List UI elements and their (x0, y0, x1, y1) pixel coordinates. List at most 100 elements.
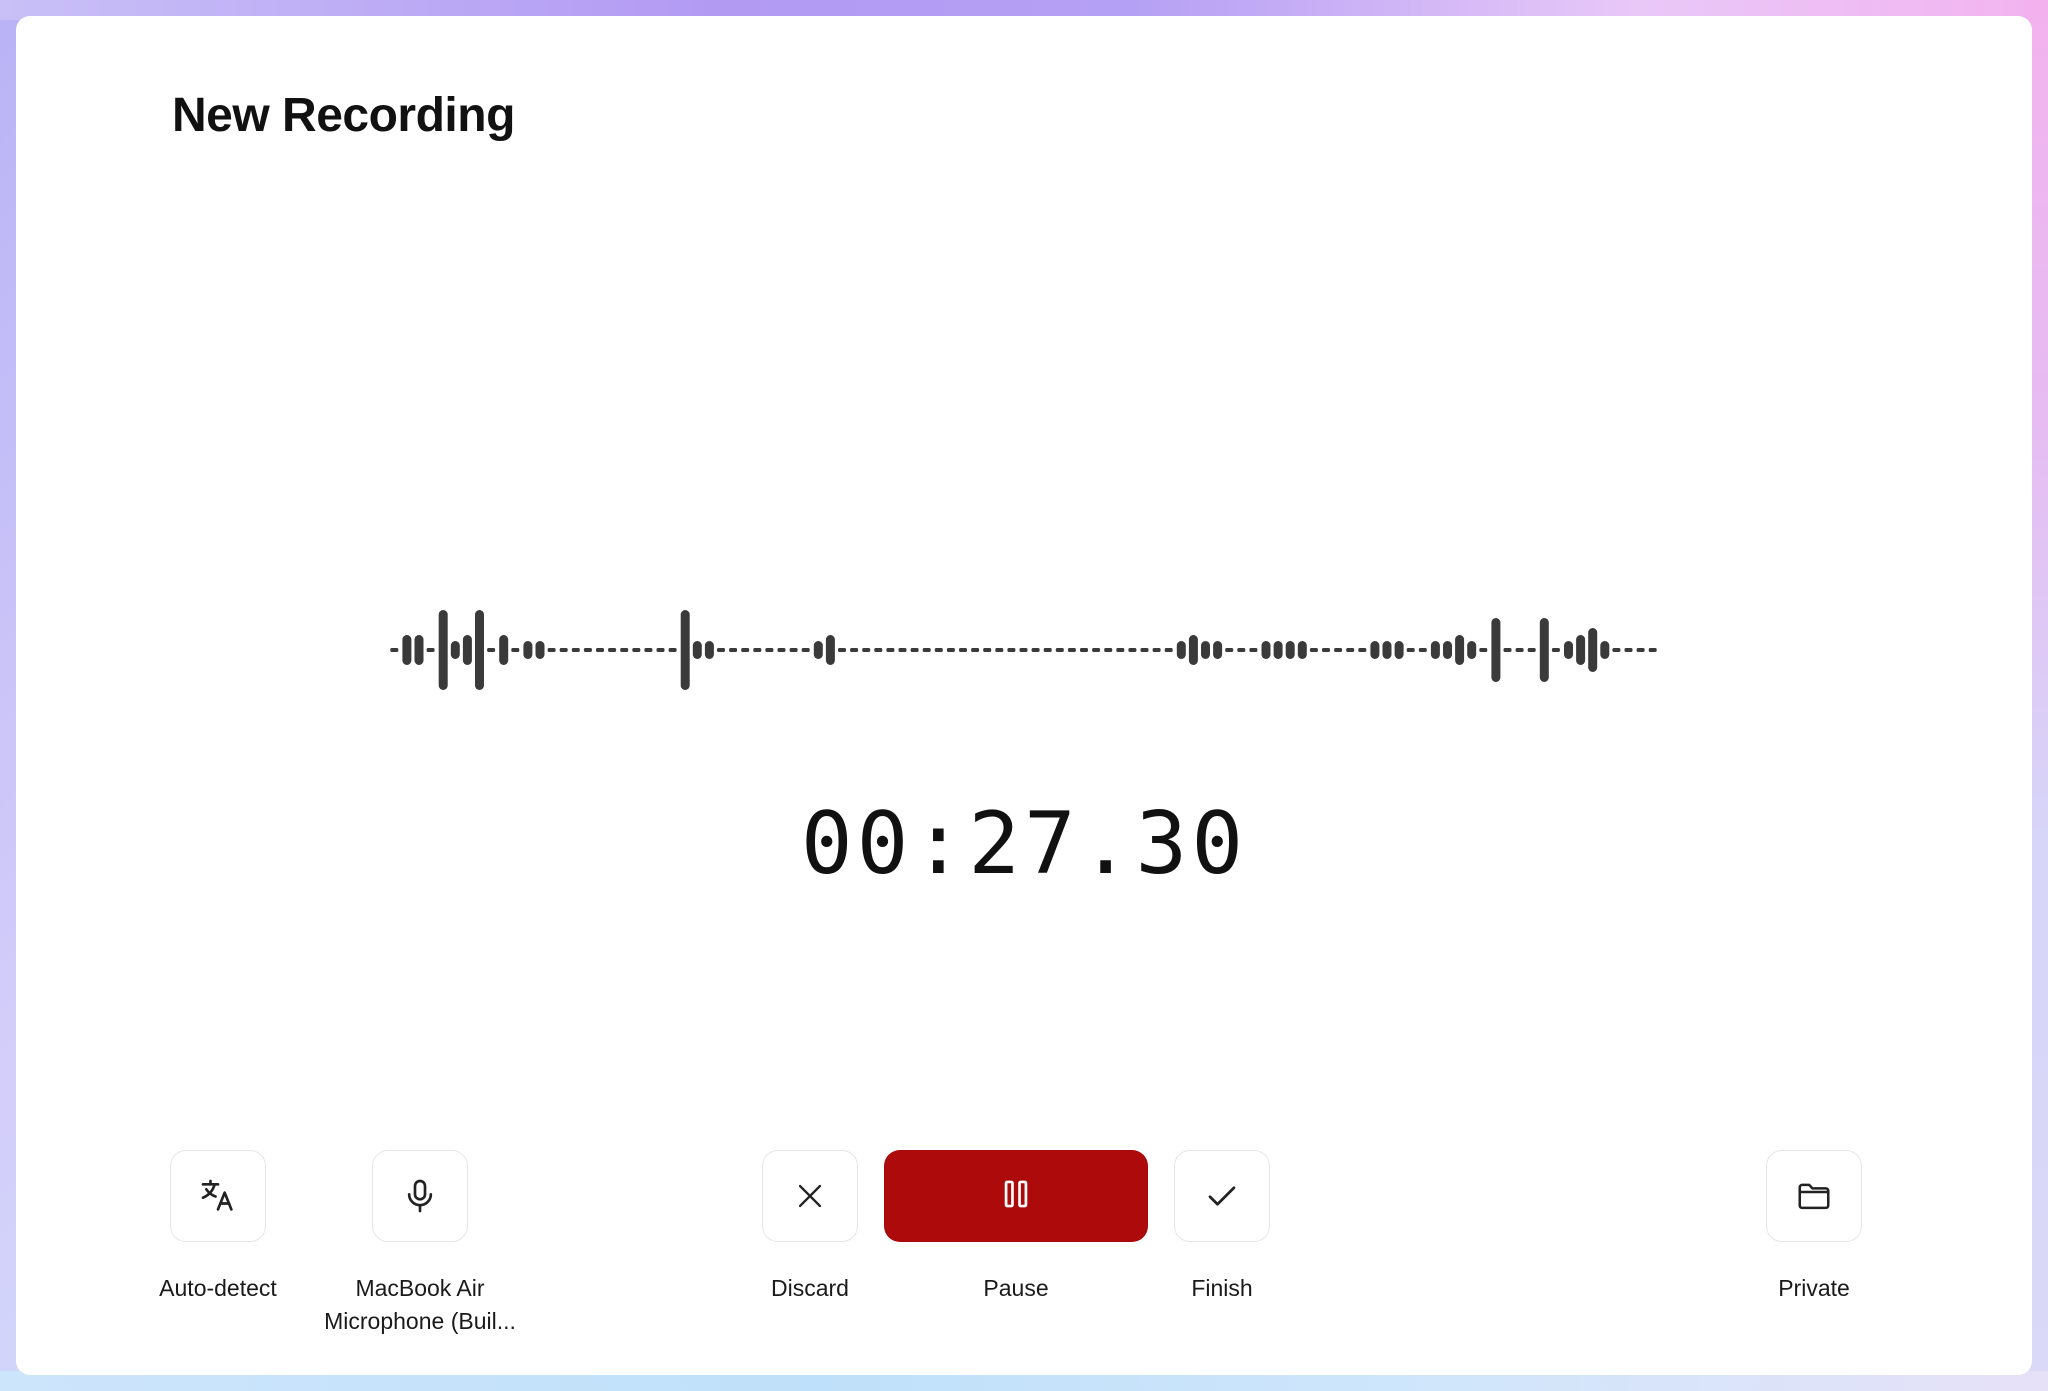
waveform-bar (1564, 641, 1573, 659)
waveform-bar (1080, 648, 1088, 652)
waveform-bar (934, 648, 943, 652)
waveform-bar (1418, 648, 1427, 652)
waveform-bar (717, 648, 725, 652)
waveform-bar (813, 641, 823, 659)
audio-waveform (390, 610, 1657, 690)
waveform-bar (753, 648, 762, 652)
waveform-bar (862, 648, 871, 652)
recording-timer: 00:27.30 (800, 794, 1248, 894)
waveform-bar (1164, 648, 1173, 652)
waveform-bar (1043, 648, 1052, 652)
microphone-label-line1: MacBook Air (355, 1275, 485, 1301)
waveform-bar (1503, 648, 1512, 652)
recording-panel: New Recording 00:27.30 Auto-detect MacBo… (16, 16, 2032, 1375)
waveform-bar (1092, 648, 1101, 652)
discard-button[interactable] (762, 1150, 858, 1242)
waveform-bar (922, 648, 931, 652)
waveform-bar (1128, 648, 1137, 652)
microphone-icon (400, 1176, 440, 1216)
waveform-bar (1612, 648, 1621, 652)
waveform-bar (825, 635, 835, 665)
waveform-bar (1261, 641, 1271, 659)
waveform-bar (1394, 641, 1404, 659)
waveform-bar (765, 648, 774, 652)
waveform-bar (850, 648, 859, 652)
waveform-bar (583, 648, 592, 652)
waveform-bar (559, 648, 568, 652)
waveform-bar (1201, 641, 1210, 659)
waveform-bar (898, 648, 907, 652)
waveform-bar (1176, 641, 1186, 659)
waveform-bar (1539, 618, 1549, 682)
waveform-bar (1237, 648, 1246, 652)
waveform-bar (656, 648, 665, 652)
waveform-bar (1370, 641, 1380, 659)
waveform-bar (596, 648, 604, 652)
waveform-bar (983, 648, 992, 652)
waveform-bar (487, 648, 496, 652)
microphone-button[interactable] (372, 1150, 468, 1242)
waveform-bar (1116, 648, 1125, 652)
waveform-bar (1152, 648, 1161, 652)
waveform-bar (680, 610, 690, 690)
waveform-bar (741, 648, 750, 652)
finish-button[interactable] (1174, 1150, 1270, 1242)
privacy-label: Private (1778, 1275, 1850, 1301)
page-title: New Recording (172, 89, 515, 142)
waveform-bar (1515, 648, 1524, 652)
waveform-bar (1019, 648, 1028, 652)
waveform-bar (1455, 635, 1465, 665)
waveform-bar (547, 648, 556, 652)
waveform-bar (1479, 648, 1488, 652)
pause-button[interactable] (884, 1150, 1148, 1242)
waveform-bar (946, 648, 955, 652)
waveform-bar (523, 641, 533, 659)
waveform-bar (632, 648, 641, 652)
waveform-bar (390, 648, 399, 652)
waveform-bar (692, 641, 702, 659)
waveform-bar (571, 648, 580, 652)
waveform-bar (402, 635, 412, 665)
waveform-bar (1636, 648, 1645, 652)
waveform-bar (1346, 648, 1355, 652)
check-icon (1204, 1178, 1240, 1214)
waveform-bar (450, 641, 460, 659)
waveform-bar (499, 635, 509, 665)
finish-label: Finish (1191, 1275, 1253, 1301)
waveform-bar (426, 648, 435, 652)
waveform-bar (1225, 648, 1234, 652)
waveform-bar (535, 641, 545, 659)
waveform-bar (1067, 648, 1076, 652)
waveform-bar (1467, 641, 1477, 659)
waveform-bar (801, 648, 810, 652)
waveform-bar (959, 648, 967, 652)
waveform-bar (1588, 628, 1598, 672)
language-label: Auto-detect (159, 1275, 277, 1301)
waveform-bar (777, 648, 786, 652)
waveform-bar (1031, 648, 1040, 652)
waveform-bar (995, 648, 1004, 652)
microphone-label: MacBook Air Microphone (Buil... (310, 1272, 530, 1338)
discard-label: Discard (771, 1275, 849, 1301)
waveform-bar (1213, 641, 1223, 659)
waveform-bar (971, 648, 980, 652)
waveform-bar (1249, 648, 1258, 652)
waveform-bar (704, 641, 714, 659)
privacy-button[interactable] (1766, 1150, 1862, 1242)
waveform-bar (1104, 648, 1113, 652)
waveform-bar (910, 648, 919, 652)
waveform-bar (1309, 648, 1318, 652)
waveform-bar (1334, 648, 1343, 652)
waveform-bar (1358, 648, 1367, 652)
language-button[interactable] (170, 1150, 266, 1242)
waveform-bar (1430, 641, 1440, 659)
folder-icon (1795, 1177, 1833, 1215)
waveform-bar (511, 648, 520, 652)
waveform-bar (608, 648, 617, 652)
waveform-bar (1297, 641, 1307, 659)
waveform-bar (1551, 648, 1560, 652)
waveform-bar (1285, 641, 1295, 659)
waveform-bar (438, 610, 448, 690)
waveform-bar (462, 635, 472, 665)
close-icon (793, 1179, 827, 1213)
